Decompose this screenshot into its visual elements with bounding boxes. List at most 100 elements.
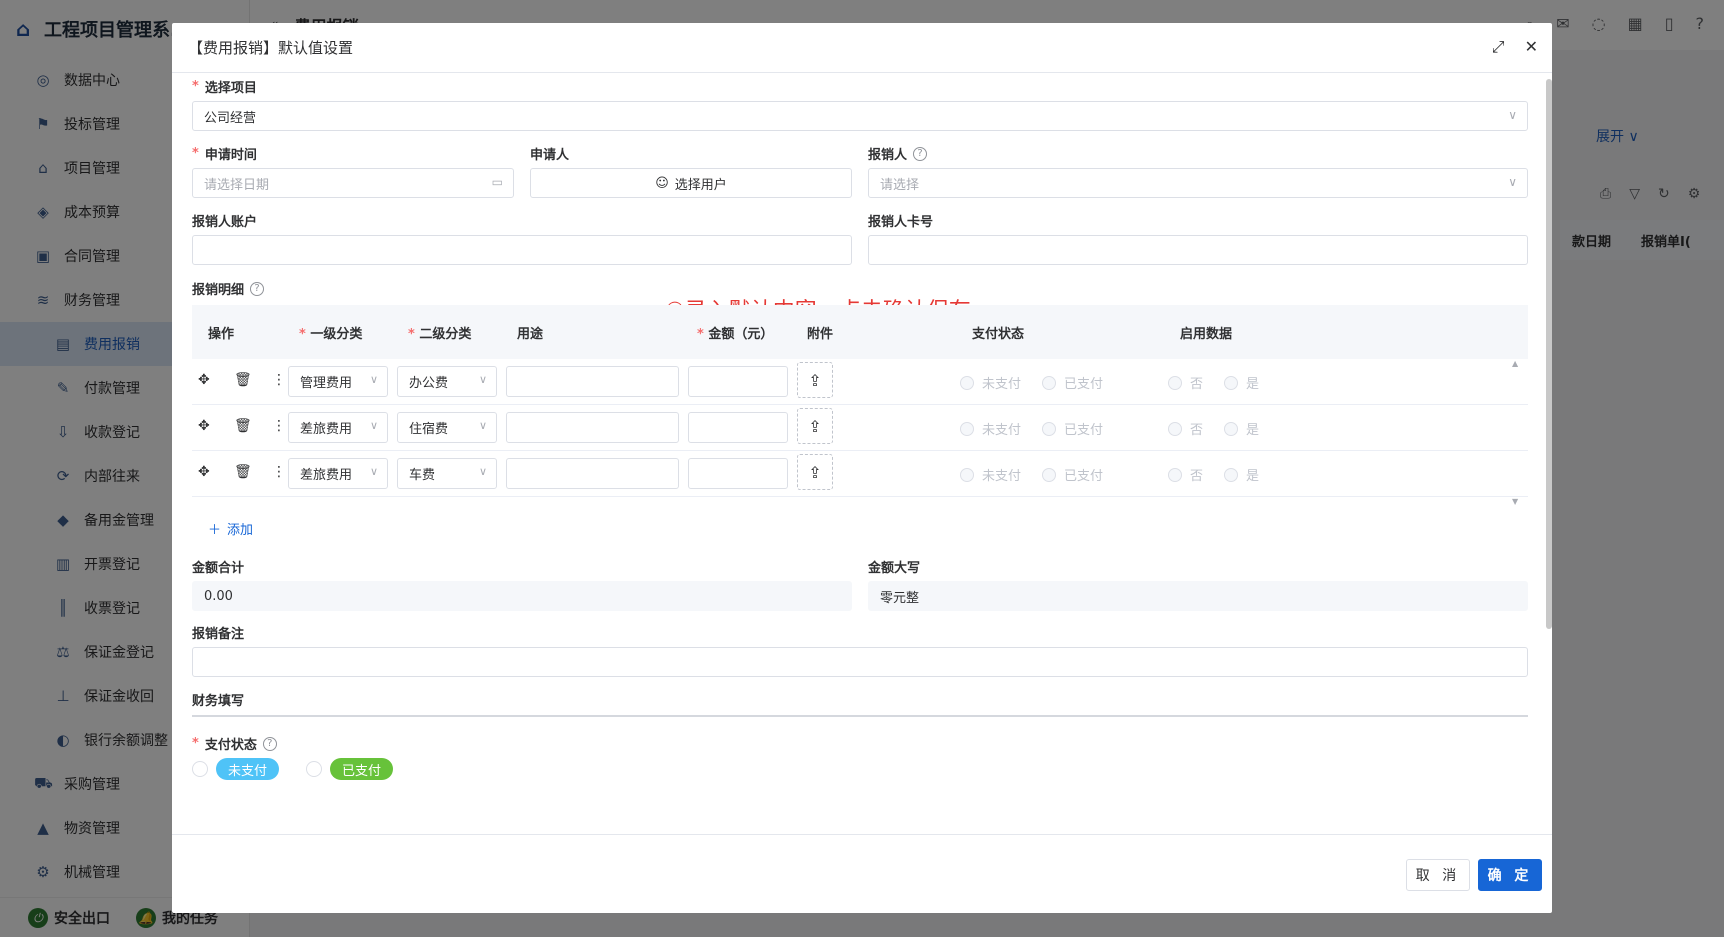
radio-unpaid[interactable]: 未支付 [960,465,1021,484]
chevron-down-icon: ∨ [478,373,487,386]
cat1-select[interactable]: 差旅费用 ∨ [288,458,388,489]
pay-status-label: * 支付状态? [192,734,277,753]
finance-section-label: 财务填写 [192,694,245,709]
delete-icon[interactable]: 🗑 [234,464,252,480]
help-icon[interactable]: ? [250,281,265,296]
confirm-button[interactable]: 确 定 [1478,859,1542,891]
delete-icon[interactable]: 🗑 [234,372,252,388]
chevron-down-icon: ∨ [369,419,378,432]
amount-input[interactable] [688,412,788,443]
radio-enable-no[interactable]: 否 [1168,373,1203,392]
purpose-input[interactable] [506,366,679,397]
radio-paid[interactable]: 已支付 [1042,465,1103,484]
radio-enable-yes[interactable]: 是 [1224,373,1259,392]
th-cat1: * 一级分类 [299,327,363,342]
th-pay-status: 支付状态 [972,327,1025,342]
select-user-button[interactable]: ☺ 选择用户 [530,168,852,198]
card-label: 报销人卡号 [868,215,934,230]
radio-unpaid[interactable] [192,761,208,777]
chevron-down-icon: ∨ [478,465,487,478]
table-header: 操作 * 一级分类 * 二级分类 用途 * 金额（元） 附件 支付状态 启用数据 [192,305,1528,359]
detail-label: 报销明细? [192,279,265,298]
total-field: 0.00 [192,581,852,611]
radio-unpaid[interactable]: 未支付 [960,419,1021,438]
radio-enable-no[interactable]: 否 [1168,419,1203,438]
plus-icon: ＋ [208,523,222,538]
help-icon[interactable]: ? [913,146,928,161]
add-row-button[interactable]: ＋添加 [208,519,253,538]
total-upper-field: 零元整 [868,581,1528,611]
radio-paid[interactable] [306,761,322,777]
upload-button[interactable]: ⇪ [797,362,833,398]
drag-handle-icon[interactable]: ✥ [198,372,210,388]
tag-paid[interactable]: 已支付 [330,758,394,780]
cat1-select[interactable]: 差旅费用 ∨ [288,412,388,443]
project-label: * 选择项目 [192,79,257,96]
radio-paid[interactable]: 已支付 [1042,373,1103,392]
chevron-down-icon: ∨ [1508,108,1517,122]
amount-input[interactable] [688,458,788,489]
scroll-up-icon[interactable]: ▲ [1512,359,1518,368]
purpose-input[interactable] [506,458,679,489]
detail-table: 操作 * 一级分类 * 二级分类 用途 * 金额（元） 附件 支付状态 启用数据… [192,305,1528,497]
th-purpose: 用途 [517,327,544,342]
total-upper-label: 金额大写 [868,561,921,576]
drag-handle-icon[interactable]: ✥ [198,418,210,434]
tag-unpaid[interactable]: 未支付 [216,758,280,780]
upload-icon: ⇪ [808,370,822,390]
radio-unpaid[interactable]: 未支付 [960,373,1021,392]
account-input[interactable] [192,235,852,265]
reimburser-label: 报销人? [868,144,928,163]
dialog-scrollbar[interactable] [1546,79,1552,629]
chevron-down-icon: ∨ [1508,175,1517,189]
cancel-button[interactable]: 取 消 [1406,859,1470,891]
total-label: 金额合计 [192,561,245,576]
applicant-label: 申请人 [530,148,570,163]
account-label: 报销人账户 [192,215,258,230]
upload-button[interactable]: ⇪ [797,454,833,490]
amount-input[interactable] [688,366,788,397]
radio-enable-no[interactable]: 否 [1168,465,1203,484]
remark-label: 报销备注 [192,627,245,642]
apply-date-picker[interactable]: 请选择日期 ▭ [192,168,514,198]
close-icon[interactable]: ✕ [1525,37,1538,57]
reimburser-select[interactable]: 请选择 ∨ [868,168,1528,198]
cat2-select[interactable]: 办公费 ∨ [397,366,497,397]
cat2-select[interactable]: 车费 ∨ [397,458,497,489]
purpose-input[interactable] [506,412,679,443]
more-icon[interactable]: ⋮ [272,464,286,480]
maximize-icon[interactable]: ⤢ [1492,37,1505,57]
dialog-header: 【费用报销】默认值设置 ⤢ ✕ [172,23,1552,73]
radio-enable-yes[interactable]: 是 [1224,419,1259,438]
th-attachment: 附件 [807,327,834,342]
scroll-down-icon[interactable]: ▼ [1512,497,1518,506]
more-icon[interactable]: ⋮ [272,418,286,434]
more-icon[interactable]: ⋮ [272,372,286,388]
remark-input[interactable] [192,647,1528,677]
table-scrollbar[interactable]: ▲ ▼ [1512,359,1522,506]
apply-time-label: * 申请时间 [192,146,257,163]
cat2-select[interactable]: 住宿费 ∨ [397,412,497,443]
table-row: ✥ 🗑 ⋮ 管理费用 ∨ 办公费 ∨ ⇪ 未支付 已支付 否 是 [192,359,1528,405]
default-value-dialog: 【费用报销】默认值设置 ⤢ ✕ * 选择项目 公司经营 ∨ * 申请时间 请选择日期… [172,23,1552,913]
cat1-select[interactable]: 管理费用 ∨ [288,366,388,397]
drag-handle-icon[interactable]: ✥ [198,464,210,480]
table-row: ✥ 🗑 ⋮ 差旅费用 ∨ 车费 ∨ ⇪ 未支付 已支付 否 是 [192,451,1528,497]
help-icon[interactable]: ? [262,736,277,751]
section-divider [192,715,1528,717]
chevron-down-icon: ∨ [369,465,378,478]
radio-paid[interactable]: 已支付 [1042,419,1103,438]
card-input[interactable] [868,235,1528,265]
th-op: 操作 [208,327,235,342]
project-select[interactable]: 公司经营 ∨ [192,101,1528,131]
table-row: ✥ 🗑 ⋮ 差旅费用 ∨ 住宿费 ∨ ⇪ 未支付 已支付 否 是 [192,405,1528,451]
radio-enable-yes[interactable]: 是 [1224,465,1259,484]
upload-icon: ⇪ [808,462,822,482]
dialog-title: 【费用报销】默认值设置 [188,39,354,57]
upload-button[interactable]: ⇪ [797,408,833,444]
th-cat2: * 二级分类 [408,327,472,342]
delete-icon[interactable]: 🗑 [234,418,252,434]
th-enable: 启用数据 [1180,327,1233,342]
chevron-down-icon: ∨ [369,373,378,386]
dialog-footer: 取 消 确 定 [172,834,1552,913]
